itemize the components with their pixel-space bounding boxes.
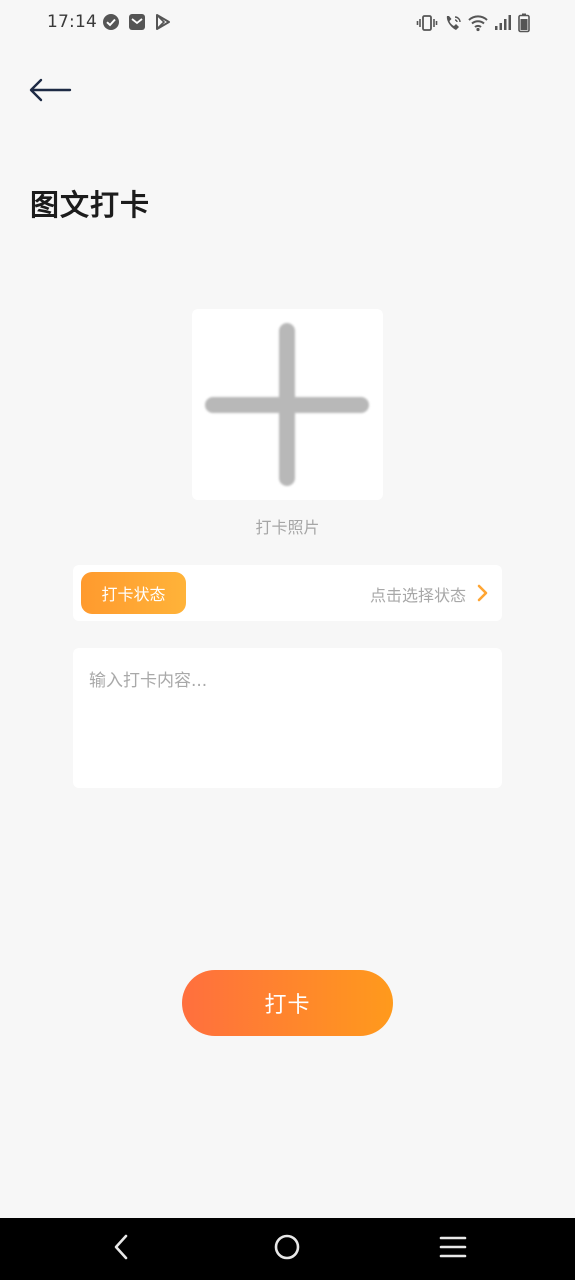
back-button[interactable] <box>28 72 80 112</box>
signal-icon <box>494 14 512 32</box>
play-store-icon <box>154 13 172 31</box>
add-photo-button[interactable] <box>192 309 383 500</box>
submit-checkin-button[interactable]: 打卡 <box>182 970 393 1036</box>
status-hint: 点击选择状态 <box>369 586 466 605</box>
status-tag: 打卡状态 <box>81 572 186 614</box>
wifi-icon <box>468 14 488 32</box>
nav-menu-button[interactable] <box>433 1232 473 1266</box>
nav-back-icon <box>111 1234 131 1264</box>
nav-menu-icon <box>439 1235 467 1263</box>
status-notification-icons <box>102 13 172 31</box>
nav-home-button[interactable] <box>267 1232 307 1266</box>
wifi-call-icon <box>444 14 462 32</box>
chevron-right-icon <box>476 584 488 606</box>
screen: 17:14 图文打卡 打卡照片 打卡状态 点击选择状态 输入打卡内容... 打卡 <box>0 0 575 1280</box>
page-title: 图文打卡 <box>30 188 151 222</box>
arrow-left-icon <box>28 77 72 107</box>
content-input[interactable] <box>73 648 502 788</box>
vibrate-icon <box>416 14 438 32</box>
battery-icon <box>518 13 530 33</box>
mail-icon <box>128 13 146 31</box>
nav-back-button[interactable] <box>101 1232 141 1266</box>
check-circle-icon <box>102 13 120 31</box>
photo-label: 打卡照片 <box>255 518 320 537</box>
status-time: 17:14 <box>47 12 97 32</box>
nav-home-icon <box>273 1233 301 1265</box>
system-nav-bar <box>0 1218 575 1280</box>
status-system-icons <box>416 13 530 33</box>
status-bar: 17:14 <box>0 0 575 48</box>
status-selector[interactable]: 打卡状态 点击选择状态 <box>73 565 502 621</box>
